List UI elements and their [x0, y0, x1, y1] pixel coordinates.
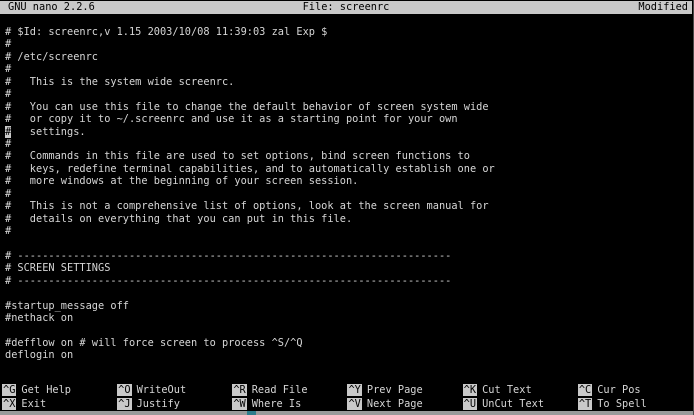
- text-cursor: #: [5, 126, 11, 138]
- shortcut-label: To Spell: [597, 398, 647, 410]
- shortcut-key-badge: ^K: [463, 384, 477, 396]
- window-bottom-edge: [0, 411, 693, 415]
- modified-badge: Modified: [638, 1, 688, 13]
- shortcut-key-badge: ^C: [578, 384, 592, 396]
- shortcut-key-badge: ^T: [578, 398, 592, 410]
- editor-line[interactable]: [5, 287, 693, 299]
- editor-line[interactable]: # details on everything that you can put…: [5, 213, 693, 225]
- shortcut-item: ^O WriteOut: [117, 384, 232, 397]
- editor-line[interactable]: # SCREEN SETTINGS: [5, 262, 693, 274]
- shortcut-label: Justify: [137, 398, 180, 410]
- app-version-title: GNU nano 2.2.6: [8, 1, 95, 13]
- editor-line[interactable]: [5, 325, 693, 337]
- title-bar: GNU nano 2.2.6 File: screenrc Modified: [0, 1, 692, 14]
- editor-line[interactable]: #: [5, 188, 693, 200]
- shortcut-label: Where Is: [252, 398, 302, 410]
- editor-line[interactable]: # This is not a comprehensive list of op…: [5, 200, 693, 212]
- editor-line[interactable]: # /etc/screenrc: [5, 51, 693, 63]
- shortcut-key-badge: ^Y: [347, 384, 361, 396]
- bottom-edge-accent: [247, 411, 256, 415]
- file-title: File: screenrc: [0, 1, 692, 13]
- shortcut-key-badge: ^W: [232, 398, 246, 410]
- shortcut-label: Get Help: [21, 384, 71, 396]
- shortcut-label: Cur Pos: [597, 384, 640, 396]
- editor-line[interactable]: #: [5, 88, 693, 100]
- shortcut-key-badge: ^J: [117, 398, 131, 410]
- editor-line[interactable]: # This is the system wide screenrc.: [5, 76, 693, 88]
- editor-line[interactable]: deflogin on: [5, 349, 693, 361]
- editor-line[interactable]: #: [5, 138, 693, 150]
- shortcut-item: ^C Cur Pos: [578, 384, 693, 397]
- shortcut-item: ^G Get Help: [2, 384, 117, 397]
- editor-line[interactable]: # keys, redefine terminal capabilities, …: [5, 163, 693, 175]
- shortcut-item: ^Y Prev Page: [347, 384, 462, 397]
- shortcut-item: ^R Read File: [232, 384, 347, 397]
- shortcut-item: ^X Exit: [2, 398, 117, 411]
- shortcut-key-badge: ^X: [2, 398, 16, 410]
- nano-terminal-window[interactable]: GNU nano 2.2.6 File: screenrc Modified #…: [0, 0, 694, 415]
- shortcut-key-badge: ^V: [347, 398, 361, 410]
- editor-line[interactable]: #nethack on: [5, 312, 693, 324]
- editor-line[interactable]: # Commands in this file are used to set …: [5, 150, 693, 162]
- editor-line[interactable]: # You can use this file to change the de…: [5, 101, 693, 113]
- editor-line[interactable]: #startup_message off: [5, 300, 693, 312]
- shortcut-label: Next Page: [367, 398, 423, 410]
- editor-line[interactable]: #defflow on # will force screen to proce…: [5, 337, 693, 349]
- editor-line[interactable]: # settings.: [5, 126, 693, 138]
- shortcut-label: Prev Page: [367, 384, 423, 396]
- editor-line[interactable]: # --------------------------------------…: [5, 275, 693, 287]
- shortcut-bar: ^G Get Help ^O WriteOut ^R Read File ^Y Prev Pa…: [2, 384, 693, 411]
- editor-line[interactable]: #: [5, 38, 693, 50]
- shortcut-label: Exit: [21, 398, 46, 410]
- shortcut-key-badge: ^G: [2, 384, 16, 396]
- shortcut-item: ^V Next Page: [347, 398, 462, 411]
- shortcut-key-badge: ^R: [232, 384, 246, 396]
- shortcut-label: Cut Text: [482, 384, 532, 396]
- editor-line[interactable]: #: [5, 63, 693, 75]
- editor-area[interactable]: # $Id: screenrc,v 1.15 2003/10/08 11:39:…: [5, 26, 693, 362]
- editor-line[interactable]: # more windows at the beginning of your …: [5, 175, 693, 187]
- shortcut-key-badge: ^U: [463, 398, 477, 410]
- shortcut-item: ^K Cut Text: [463, 384, 578, 397]
- editor-line[interactable]: [5, 237, 693, 249]
- shortcut-item: ^W Where Is: [232, 398, 347, 411]
- shortcut-item: ^T To Spell: [578, 398, 693, 411]
- editor-line[interactable]: # $Id: screenrc,v 1.15 2003/10/08 11:39:…: [5, 26, 693, 38]
- shortcut-key-badge: ^O: [117, 384, 131, 396]
- shortcut-label: UnCut Text: [482, 398, 544, 410]
- shortcut-item: ^U UnCut Text: [463, 398, 578, 411]
- shortcut-item: ^J Justify: [117, 398, 232, 411]
- shortcut-label: Read File: [252, 384, 308, 396]
- editor-line[interactable]: # --------------------------------------…: [5, 250, 693, 262]
- shortcut-label: WriteOut: [137, 384, 187, 396]
- editor-line[interactable]: #: [5, 225, 693, 237]
- editor-line[interactable]: # or copy it to ~/.screenrc and use it a…: [5, 113, 693, 125]
